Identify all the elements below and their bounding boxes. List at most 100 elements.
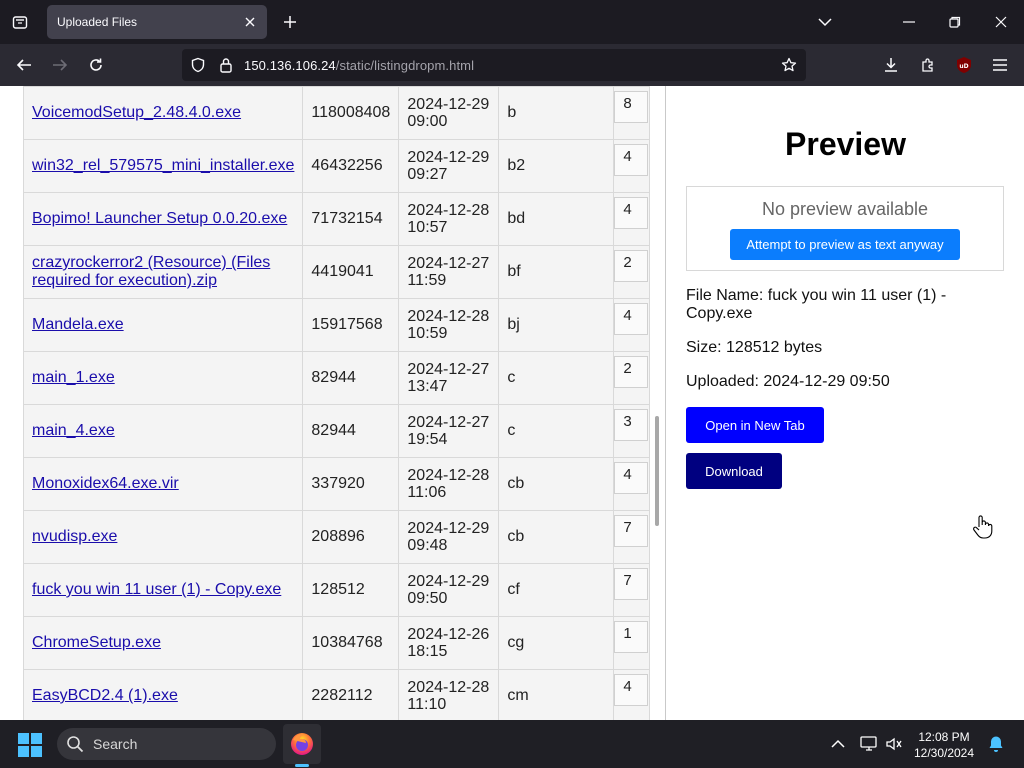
file-size-cell: 10384768 — [302, 616, 400, 670]
file-size-cell: 71732154 — [302, 192, 400, 246]
file-tag-cell: cm — [498, 669, 615, 720]
file-link[interactable]: main_1.exe — [32, 369, 115, 386]
extensions-icon[interactable] — [914, 51, 942, 79]
file-tag-cell: bd — [498, 192, 615, 246]
file-link[interactable]: Bopimo! Launcher Setup 0.0.20.exe — [32, 210, 287, 227]
tab-list-icon[interactable] — [0, 0, 40, 44]
file-link[interactable]: nvudisp.exe — [32, 528, 117, 545]
close-tab-icon[interactable] — [241, 13, 259, 31]
notification-bell-icon[interactable] — [986, 734, 1006, 754]
bookmark-star-icon[interactable] — [779, 55, 799, 75]
file-time: 09:00 — [407, 113, 448, 130]
taskbar-firefox[interactable] — [283, 724, 321, 764]
file-count: 2 — [614, 250, 649, 282]
file-tag-cell: bj — [498, 298, 615, 352]
tab-title: Uploaded Files — [57, 15, 138, 29]
list-all-tabs-icon[interactable] — [802, 0, 848, 44]
file-link[interactable]: ChromeSetup.exe — [32, 634, 161, 651]
table-row: fuck you win 11 user (1) - Copy.exe 12851… — [22, 563, 651, 617]
file-time: 11:59 — [407, 272, 447, 289]
file-count: 1 — [614, 621, 649, 653]
tab-uploaded-files[interactable]: Uploaded Files — [47, 5, 267, 39]
tracking-protection-shield-icon[interactable] — [188, 55, 208, 75]
taskbar-search[interactable]: Search — [57, 728, 276, 760]
file-count-cell: 8 — [613, 86, 651, 140]
file-date-cell: 2024-12-26 18:15 — [398, 616, 500, 670]
volume-muted-icon[interactable] — [884, 734, 904, 754]
file-name-cell: fuck you win 11 user (1) - Copy.exe — [22, 563, 304, 617]
close-window-icon[interactable] — [978, 0, 1024, 44]
table-row: EasyBCD2.4 (1).exe 2282112 2024-12-28 11:10… — [22, 669, 651, 720]
file-time: 10:59 — [407, 325, 448, 342]
no-preview-text: No preview available — [761, 199, 929, 219]
file-count: 4 — [614, 144, 649, 176]
windows-start-icon[interactable] — [18, 733, 42, 757]
file-date-cell: 2024-12-27 13:47 — [398, 351, 500, 405]
hand-cursor-icon — [973, 515, 993, 539]
file-tag-cell: cb — [498, 457, 615, 511]
url-text: 150.136.106.24/static/listingdropm.html — [244, 58, 474, 73]
search-label: Search — [93, 736, 138, 752]
reload-icon[interactable] — [82, 51, 110, 79]
file-date-cell: 2024-12-27 11:59 — [398, 245, 500, 299]
file-date: 2024-12-28 — [407, 467, 490, 484]
table-row: win32_rel_579575_mini_installer.exe 46432… — [22, 139, 651, 193]
table-row: Monoxidex64.exe.vir 337920 2024-12-28 11:06… — [22, 457, 651, 511]
file-time: 11:06 — [407, 484, 447, 501]
back-icon[interactable] — [10, 51, 38, 79]
downloads-icon[interactable] — [877, 51, 905, 79]
menu-hamburger-icon[interactable] — [986, 51, 1014, 79]
file-time: 09:48 — [407, 537, 448, 554]
file-date-cell: 2024-12-29 09:48 — [398, 510, 500, 564]
show-hidden-icons-chevron-up-icon[interactable] — [828, 734, 848, 754]
file-count-cell: 2 — [613, 245, 651, 299]
file-link[interactable]: Mandela.exe — [32, 316, 124, 333]
clock-time: 12:08 PM — [918, 730, 970, 744]
file-link[interactable]: EasyBCD2.4 (1).exe — [32, 687, 178, 704]
file-link[interactable]: Monoxidex64.exe.vir — [32, 475, 179, 492]
file-name-cell: EasyBCD2.4 (1).exe — [22, 669, 304, 720]
scrollbar-thumb[interactable] — [655, 416, 659, 526]
file-name-cell: main_1.exe — [22, 351, 304, 405]
restore-icon[interactable] — [932, 0, 978, 44]
url-host: 150.136.106.24 — [244, 58, 336, 73]
lock-icon[interactable] — [216, 55, 236, 75]
file-size-cell: 15917568 — [302, 298, 400, 352]
file-link[interactable]: win32_rel_579575_mini_installer.exe — [32, 157, 294, 174]
file-date-cell: 2024-12-29 09:00 — [398, 86, 500, 140]
file-count-cell: 2 — [613, 351, 651, 405]
browser-nav-bar: 150.136.106.24/static/listingdropm.html … — [0, 44, 1024, 86]
url-path: /static/listingdropm.html — [335, 58, 475, 73]
download-button[interactable]: Download — [686, 453, 782, 489]
file-name-cell: VoicemodSetup_2.48.4.0.exe — [22, 86, 304, 140]
file-list-pane[interactable]: VoicemodSetup_2.48.4.0.exe 118008408 2024-… — [0, 86, 666, 720]
file-time: 13:47 — [407, 378, 448, 395]
file-link[interactable]: main_4.exe — [32, 422, 115, 439]
ublock-origin-icon[interactable]: uD — [950, 51, 978, 79]
preview-upload-date: Uploaded: 2024-12-29 09:50 — [686, 373, 890, 390]
minimize-icon[interactable] — [886, 0, 932, 44]
file-date-cell: 2024-12-28 10:57 — [398, 192, 500, 246]
url-bar[interactable]: 150.136.106.24/static/listingdropm.html — [182, 49, 806, 81]
file-size-cell: 208896 — [302, 510, 400, 564]
network-monitor-icon[interactable] — [859, 734, 879, 754]
file-name-cell: crazyrockerror2 (Resource) (Files requir… — [22, 245, 304, 299]
file-count-cell: 4 — [613, 192, 651, 246]
taskbar-clock[interactable]: 12:08 PM 12/30/2024 — [912, 729, 976, 761]
windows-taskbar: Search 12:08 PM 12/30/2024 — [0, 720, 1024, 768]
file-count: 4 — [614, 674, 649, 706]
file-name-cell: Monoxidex64.exe.vir — [22, 457, 304, 511]
file-link[interactable]: fuck you win 11 user (1) - Copy.exe — [32, 581, 281, 598]
file-time: 09:27 — [407, 166, 448, 183]
file-size-cell: 337920 — [302, 457, 400, 511]
file-tag-cell: cb — [498, 510, 615, 564]
open-in-new-tab-button[interactable]: Open in New Tab — [686, 407, 824, 443]
file-time: 18:15 — [407, 643, 448, 660]
forward-icon[interactable] — [46, 51, 74, 79]
file-link[interactable]: VoicemodSetup_2.48.4.0.exe — [32, 104, 241, 121]
file-date: 2024-12-27 — [407, 255, 490, 272]
attempt-preview-text-button[interactable]: Attempt to preview as text anyway — [730, 229, 960, 260]
file-link[interactable]: crazyrockerror2 (Resource) (Files requir… — [32, 254, 270, 289]
file-name-cell: ChromeSetup.exe — [22, 616, 304, 670]
new-tab-icon[interactable] — [278, 10, 302, 34]
